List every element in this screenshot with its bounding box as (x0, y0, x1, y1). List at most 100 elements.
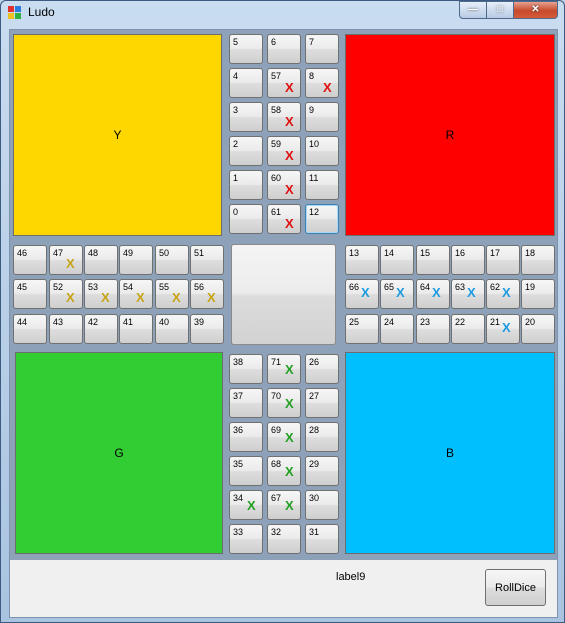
board-cell-5[interactable]: 5 (229, 34, 263, 64)
blue-token[interactable]: X (361, 285, 370, 300)
board-cell-18[interactable]: 18 (521, 245, 555, 275)
title-bar[interactable]: Ludo — □ ✕ (1, 1, 564, 25)
board-cell-62[interactable]: 62 X (486, 279, 520, 309)
board-cell-25[interactable]: 25 (345, 314, 379, 344)
board-cell-56[interactable]: 56 X (190, 279, 224, 309)
board-cell-57[interactable]: 57 X (267, 68, 301, 98)
board-cell-44[interactable]: 44 (13, 314, 47, 344)
board-cell-40[interactable]: 40 (155, 314, 189, 344)
board-cell-60[interactable]: 60 X (267, 170, 301, 200)
green-token[interactable]: X (285, 396, 294, 411)
board-cell-36[interactable]: 36 (229, 422, 263, 452)
board-cell-6[interactable]: 6 (267, 34, 301, 64)
red-token[interactable]: X (285, 182, 294, 197)
red-token[interactable]: X (285, 80, 294, 95)
blue-token[interactable]: X (467, 285, 476, 300)
red-token[interactable]: X (285, 216, 294, 231)
board-cell-26[interactable]: 26 (305, 354, 339, 384)
board-cell-22[interactable]: 22 (451, 314, 485, 344)
green-token[interactable]: X (285, 430, 294, 445)
board-cell-45[interactable]: 45 (13, 279, 47, 309)
board-cell-19[interactable]: 19 (521, 279, 555, 309)
board-cell-33[interactable]: 33 (229, 524, 263, 554)
board-cell-42[interactable]: 42 (84, 314, 118, 344)
board-cell-12[interactable]: 12 (305, 204, 339, 234)
board-cell-35[interactable]: 35 (229, 456, 263, 486)
board-cell-50[interactable]: 50 (155, 245, 189, 275)
board-cell-41[interactable]: 41 (119, 314, 153, 344)
board-cell-9[interactable]: 9 (305, 102, 339, 132)
board-cell-2[interactable]: 2 (229, 136, 263, 166)
board-cell-29[interactable]: 29 (305, 456, 339, 486)
board-cell-52[interactable]: 52 X (49, 279, 83, 309)
board-cell-68[interactable]: 68 X (267, 456, 301, 486)
board-cell-13[interactable]: 13 (345, 245, 379, 275)
maximize-button[interactable]: □ (486, 1, 514, 19)
board-cell-10[interactable]: 10 (305, 136, 339, 166)
close-button[interactable]: ✕ (513, 1, 558, 19)
red-token[interactable]: X (285, 114, 294, 129)
yellow-token[interactable]: X (66, 256, 75, 271)
board-cell-49[interactable]: 49 (119, 245, 153, 275)
roll-dice-button[interactable]: RollDice (485, 569, 546, 606)
yellow-token[interactable]: X (172, 290, 181, 305)
board-cell-71[interactable]: 71 X (267, 354, 301, 384)
board-cell-59[interactable]: 59 X (267, 136, 301, 166)
board-cell-53[interactable]: 53 X (84, 279, 118, 309)
board-cell-69[interactable]: 69 X (267, 422, 301, 452)
board-cell-0[interactable]: 0 (229, 204, 263, 234)
board-cell-28[interactable]: 28 (305, 422, 339, 452)
board-cell-63[interactable]: 63 X (451, 279, 485, 309)
board-cell-4[interactable]: 4 (229, 68, 263, 98)
board-cell-3[interactable]: 3 (229, 102, 263, 132)
board-cell-51[interactable]: 51 (190, 245, 224, 275)
board-cell-61[interactable]: 61 X (267, 204, 301, 234)
board-cell-65[interactable]: 65 X (380, 279, 414, 309)
yellow-token[interactable]: X (101, 290, 110, 305)
board-cell-54[interactable]: 54 X (119, 279, 153, 309)
green-token[interactable]: X (247, 498, 256, 513)
board-cell-21[interactable]: 21 X (486, 314, 520, 344)
board-cell-11[interactable]: 11 (305, 170, 339, 200)
yellow-token[interactable]: X (66, 290, 75, 305)
green-token[interactable]: X (285, 362, 294, 377)
board-cell-7[interactable]: 7 (305, 34, 339, 64)
board-cell-15[interactable]: 15 (416, 245, 450, 275)
board-cell-17[interactable]: 17 (486, 245, 520, 275)
green-token[interactable]: X (285, 464, 294, 479)
board-cell-30[interactable]: 30 (305, 490, 339, 520)
blue-token[interactable]: X (432, 285, 441, 300)
blue-token[interactable]: X (502, 285, 511, 300)
board-cell-23[interactable]: 23 (416, 314, 450, 344)
board-cell-47[interactable]: 47 X (49, 245, 83, 275)
board-cell-66[interactable]: 66 X (345, 279, 379, 309)
board-cell-8[interactable]: 8X (305, 68, 339, 98)
board-cell-14[interactable]: 14 (380, 245, 414, 275)
minimize-button[interactable]: — (459, 1, 487, 19)
yellow-token[interactable]: X (136, 290, 145, 305)
board-cell-37[interactable]: 37 (229, 388, 263, 418)
board-cell-58[interactable]: 58 X (267, 102, 301, 132)
dice-panel[interactable] (231, 244, 336, 345)
board-cell-38[interactable]: 38 (229, 354, 263, 384)
board-cell-64[interactable]: 64 X (416, 279, 450, 309)
red-token[interactable]: X (323, 80, 332, 95)
board-cell-20[interactable]: 20 (521, 314, 555, 344)
board-cell-67[interactable]: 67 X (267, 490, 301, 520)
board-cell-16[interactable]: 16 (451, 245, 485, 275)
board-cell-32[interactable]: 32 (267, 524, 301, 554)
green-token[interactable]: X (285, 498, 294, 513)
board-cell-46[interactable]: 46 (13, 245, 47, 275)
board-cell-48[interactable]: 48 (84, 245, 118, 275)
red-token[interactable]: X (285, 148, 294, 163)
yellow-token[interactable]: X (207, 290, 216, 305)
board-cell-70[interactable]: 70 X (267, 388, 301, 418)
board-cell-43[interactable]: 43 (49, 314, 83, 344)
blue-token[interactable]: X (396, 285, 405, 300)
board-cell-27[interactable]: 27 (305, 388, 339, 418)
board-cell-39[interactable]: 39 (190, 314, 224, 344)
board-cell-1[interactable]: 1 (229, 170, 263, 200)
board-cell-24[interactable]: 24 (380, 314, 414, 344)
board-cell-55[interactable]: 55 X (155, 279, 189, 309)
board-cell-34[interactable]: 34 X (229, 490, 263, 520)
